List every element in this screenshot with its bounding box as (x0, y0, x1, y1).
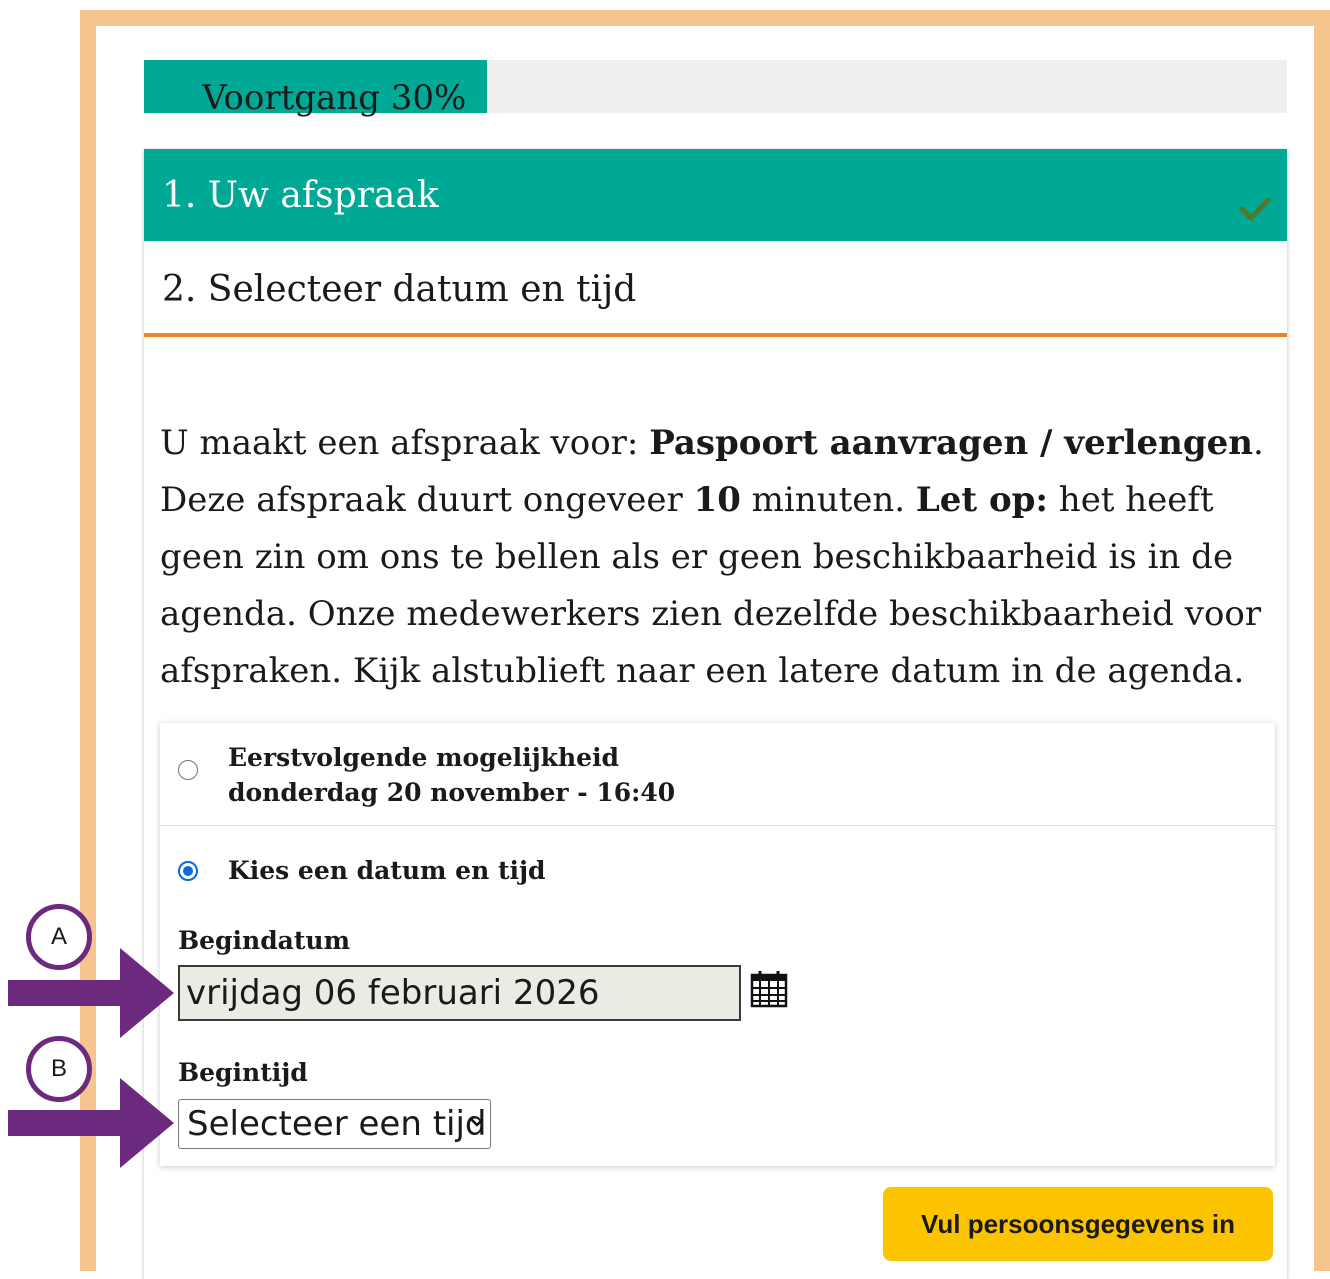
option-first-available-title: Eerstvolgende mogelijkheid (228, 743, 620, 772)
service-name: Paspoort aanvragen / verlengen (649, 423, 1254, 463)
step-uw-afspraak[interactable]: 1. Uw afspraak (144, 149, 1287, 241)
start-time-label: Begintijd (178, 1058, 308, 1087)
intro-text-part: U maakt een afspraak voor: (160, 423, 650, 463)
start-time-select[interactable]: Selecteer een tijd (178, 1099, 491, 1149)
appointment-panel: 1. Uw afspraak 2. Selecteer datum en tij… (144, 149, 1287, 1279)
step-selecteer-datum-tijd[interactable]: 2. Selecteer datum en tijd (144, 241, 1287, 337)
progress-bar: Voortgang 30% (144, 60, 1287, 118)
calendar-icon[interactable] (750, 970, 788, 1008)
option-choose-title[interactable]: Kies een datum en tijd (228, 853, 546, 889)
start-date-input[interactable]: vrijdag 06 februari 2026 (178, 965, 741, 1021)
option-first-available-datetime: donderdag 20 november - 16:40 (228, 778, 676, 807)
duration-minutes: 10 (693, 480, 741, 520)
option-first-available[interactable]: Eerstvolgende mogelijkheid donderdag 20 … (160, 723, 1275, 826)
fill-personal-details-button[interactable]: Vul persoonsgegevens in (883, 1187, 1273, 1261)
start-date-label: Begindatum (178, 926, 351, 955)
step-label: 2. Selecteer datum en tijd (162, 269, 637, 310)
radio-choose-date-time[interactable] (178, 861, 198, 881)
step-label: 1. Uw afspraak (162, 175, 439, 216)
warning-label: Let op: (915, 480, 1048, 520)
annotation-arrow-icon (8, 948, 174, 1038)
check-icon (1239, 197, 1271, 221)
progress-label: Voortgang 30% (202, 78, 467, 118)
intro-text: U maakt een afspraak voor: Paspoort aanv… (160, 415, 1270, 700)
annotation-arrow-icon (8, 1078, 174, 1168)
intro-text-part: minuten. (740, 480, 916, 520)
start-time-selected-value: Selecteer een tijd (187, 1104, 487, 1144)
chevron-down-icon (470, 1118, 484, 1127)
radio-first-available[interactable] (178, 760, 198, 780)
date-time-options: Eerstvolgende mogelijkheid donderdag 20 … (160, 723, 1275, 1166)
cta-label: Vul persoonsgegevens in (920, 1209, 1235, 1239)
